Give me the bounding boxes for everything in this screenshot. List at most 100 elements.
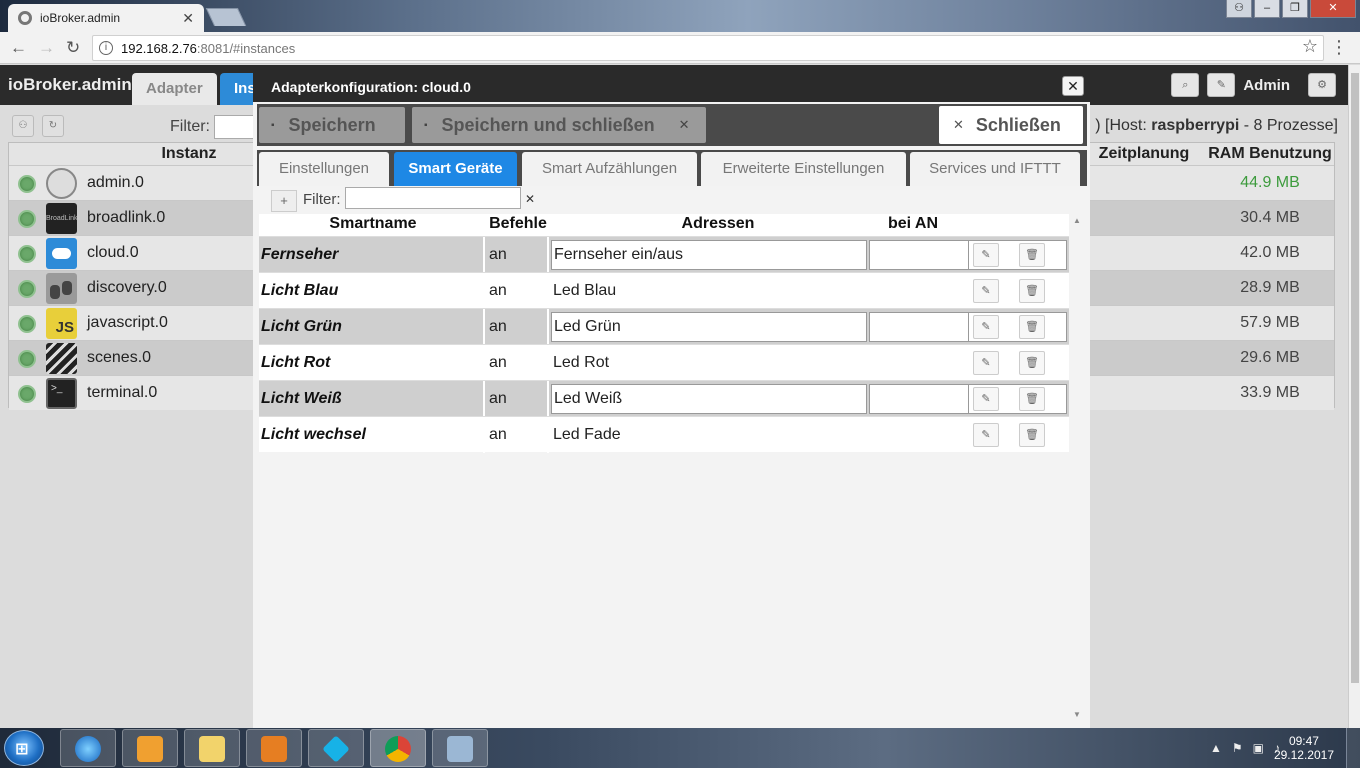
bookmark-star-icon[interactable]: ☆	[1302, 36, 1318, 57]
instance-name[interactable]: cloud.0	[87, 244, 139, 262]
smartname-cell[interactable]: Licht Blau	[261, 273, 485, 309]
tab-adapter[interactable]: Adapter	[132, 73, 217, 105]
smartname-cell[interactable]: Licht wechsel	[261, 417, 485, 453]
scroll-up-arrow-icon[interactable]: ▲	[1073, 216, 1081, 225]
col-schedule[interactable]: Zeitplanung	[1089, 143, 1199, 165]
dialog-close-icon[interactable]: ✕	[1062, 76, 1084, 96]
status-led[interactable]	[18, 210, 36, 228]
delete-trash-icon[interactable]: 🗑	[1019, 351, 1045, 375]
bei-an-input[interactable]	[869, 384, 969, 414]
tab-einstellungen[interactable]: Einstellungen	[259, 152, 389, 186]
start-button[interactable]: ⊞	[4, 730, 44, 766]
table-row[interactable]: Licht Blau an Led Blau ✎ 🗑	[259, 272, 1069, 309]
table-row[interactable]: Licht wechsel an Led Fade ✎ 🗑	[259, 416, 1069, 453]
close-button[interactable]: ✕ Schließen	[939, 106, 1083, 144]
edit-pencil-icon[interactable]: ✎	[973, 243, 999, 267]
delete-trash-icon[interactable]: 🗑	[1019, 315, 1045, 339]
instance-name[interactable]: broadlink.0	[87, 209, 165, 227]
smartname-cell[interactable]: Licht Rot	[261, 345, 485, 381]
command-cell[interactable]: an	[487, 273, 549, 309]
instances-filter-input[interactable]	[214, 115, 258, 139]
taskbar-explorer[interactable]	[184, 729, 240, 767]
tab-smart-aufzaehlungen[interactable]: Smart Aufzählungen	[522, 152, 697, 186]
bei-an-input[interactable]	[869, 240, 969, 270]
tray-expand-icon[interactable]: ▲	[1210, 741, 1222, 755]
command-cell[interactable]: an	[487, 309, 549, 345]
edit-pencil-icon[interactable]: ✎	[1207, 73, 1236, 97]
command-cell[interactable]: an	[487, 417, 549, 453]
user-name[interactable]: Admin	[1243, 77, 1290, 94]
command-cell[interactable]: an	[487, 381, 549, 417]
tab-close-icon[interactable]: ✕	[182, 10, 194, 27]
show-desktop-button[interactable]	[1346, 728, 1360, 768]
instance-name[interactable]: admin.0	[87, 174, 144, 192]
new-tab-button[interactable]	[205, 8, 247, 26]
status-led[interactable]	[18, 315, 36, 333]
settings-gear-icon[interactable]: ⚙	[1308, 73, 1336, 97]
command-cell[interactable]: an	[487, 237, 549, 273]
edit-pencil-icon[interactable]: ✎	[973, 387, 999, 411]
address-cell[interactable]: Led Fade	[553, 417, 621, 453]
maximize-icon[interactable]: ❐	[1282, 0, 1308, 18]
scroll-down-arrow-icon[interactable]: ▼	[1073, 710, 1081, 719]
save-button[interactable]: ▪ Speichern	[259, 107, 405, 143]
edit-pencil-icon[interactable]: ✎	[973, 315, 999, 339]
status-led[interactable]	[18, 385, 36, 403]
table-row[interactable]: Licht Weiß an Led Weiß ✎ 🗑	[259, 380, 1069, 417]
status-led[interactable]	[18, 175, 36, 193]
col-bei-an[interactable]: bei AN	[863, 214, 963, 234]
taskbar-outlook[interactable]	[122, 729, 178, 767]
table-row[interactable]: Fernseher an Fernseher ein/aus ✎ 🗑	[259, 236, 1069, 273]
address-cell[interactable]: Led Blau	[553, 273, 616, 309]
network-icon[interactable]: ▣	[1253, 741, 1264, 755]
browser-menu-icon[interactable]: ⋮	[1330, 37, 1348, 58]
tab-services-ifttt[interactable]: Services und IFTTT	[910, 152, 1080, 186]
save-close-button[interactable]: ▪ Speichern und schließen ✕	[412, 107, 706, 143]
page-scrollbar[interactable]	[1348, 65, 1360, 728]
browser-tab[interactable]: ioBroker.admin ✕	[8, 4, 204, 32]
devices-filter-input[interactable]	[345, 187, 521, 209]
status-led[interactable]	[18, 280, 36, 298]
clear-filter-icon[interactable]: ✕	[525, 192, 535, 206]
address-cell[interactable]: Led Rot	[553, 345, 609, 381]
col-smartname[interactable]: Smartname	[259, 214, 487, 234]
status-led[interactable]	[18, 350, 36, 368]
address-input[interactable]: Led Weiß	[551, 384, 867, 414]
instance-name[interactable]: discovery.0	[87, 279, 167, 297]
smartname-cell[interactable]: Fernseher	[261, 237, 485, 273]
delete-trash-icon[interactable]: 🗑	[1019, 387, 1045, 411]
delete-trash-icon[interactable]: 🗑	[1019, 243, 1045, 267]
taskbar-ie[interactable]	[60, 729, 116, 767]
edit-pencil-icon[interactable]: ✎	[973, 423, 999, 447]
status-led[interactable]	[18, 245, 36, 263]
expert-mode-icon[interactable]: ⚇	[12, 115, 34, 137]
site-info-icon[interactable]: i	[99, 41, 113, 55]
instance-name[interactable]: scenes.0	[87, 349, 151, 367]
taskbar-clock[interactable]: 09:47 29.12.2017	[1274, 734, 1334, 762]
minimize-icon[interactable]: ‒	[1254, 0, 1280, 18]
tab-erweiterte-einstellungen[interactable]: Erweiterte Einstellungen	[701, 152, 906, 186]
url-input[interactable]: i 192.168.2.76 :8081/#instances	[92, 35, 1324, 61]
edit-pencil-icon[interactable]: ✎	[973, 351, 999, 375]
add-device-button[interactable]: +	[271, 190, 297, 212]
delete-trash-icon[interactable]: 🗑	[1019, 279, 1045, 303]
address-input[interactable]: Fernseher ein/aus	[551, 240, 867, 270]
col-ram[interactable]: RAM Benutzung	[1205, 143, 1335, 165]
instance-name[interactable]: terminal.0	[87, 384, 157, 402]
smartname-cell[interactable]: Licht Weiß	[261, 381, 485, 417]
table-row[interactable]: Licht Grün an Led Grün ✎ 🗑	[259, 308, 1069, 345]
col-befehle[interactable]: Befehle	[487, 214, 549, 234]
window-close-icon[interactable]: ✕	[1310, 0, 1356, 18]
forward-arrow-icon[interactable]: →	[38, 38, 55, 58]
tab-smart-geraete[interactable]: Smart Geräte	[394, 152, 517, 186]
instance-name[interactable]: javascript.0	[87, 314, 168, 332]
smartname-cell[interactable]: Licht Grün	[261, 309, 485, 345]
back-arrow-icon[interactable]: ←	[10, 38, 27, 58]
search-icon[interactable]: ⌕	[1171, 73, 1200, 97]
refresh-icon[interactable]: ↻	[42, 115, 64, 137]
reload-icon[interactable]: ↻	[66, 38, 80, 58]
delete-trash-icon[interactable]: 🗑	[1019, 423, 1045, 447]
flag-icon[interactable]: ⚑	[1232, 741, 1243, 755]
table-row[interactable]: Licht Rot an Led Rot ✎ 🗑	[259, 344, 1069, 381]
user-icon[interactable]: ⚇	[1226, 0, 1252, 18]
